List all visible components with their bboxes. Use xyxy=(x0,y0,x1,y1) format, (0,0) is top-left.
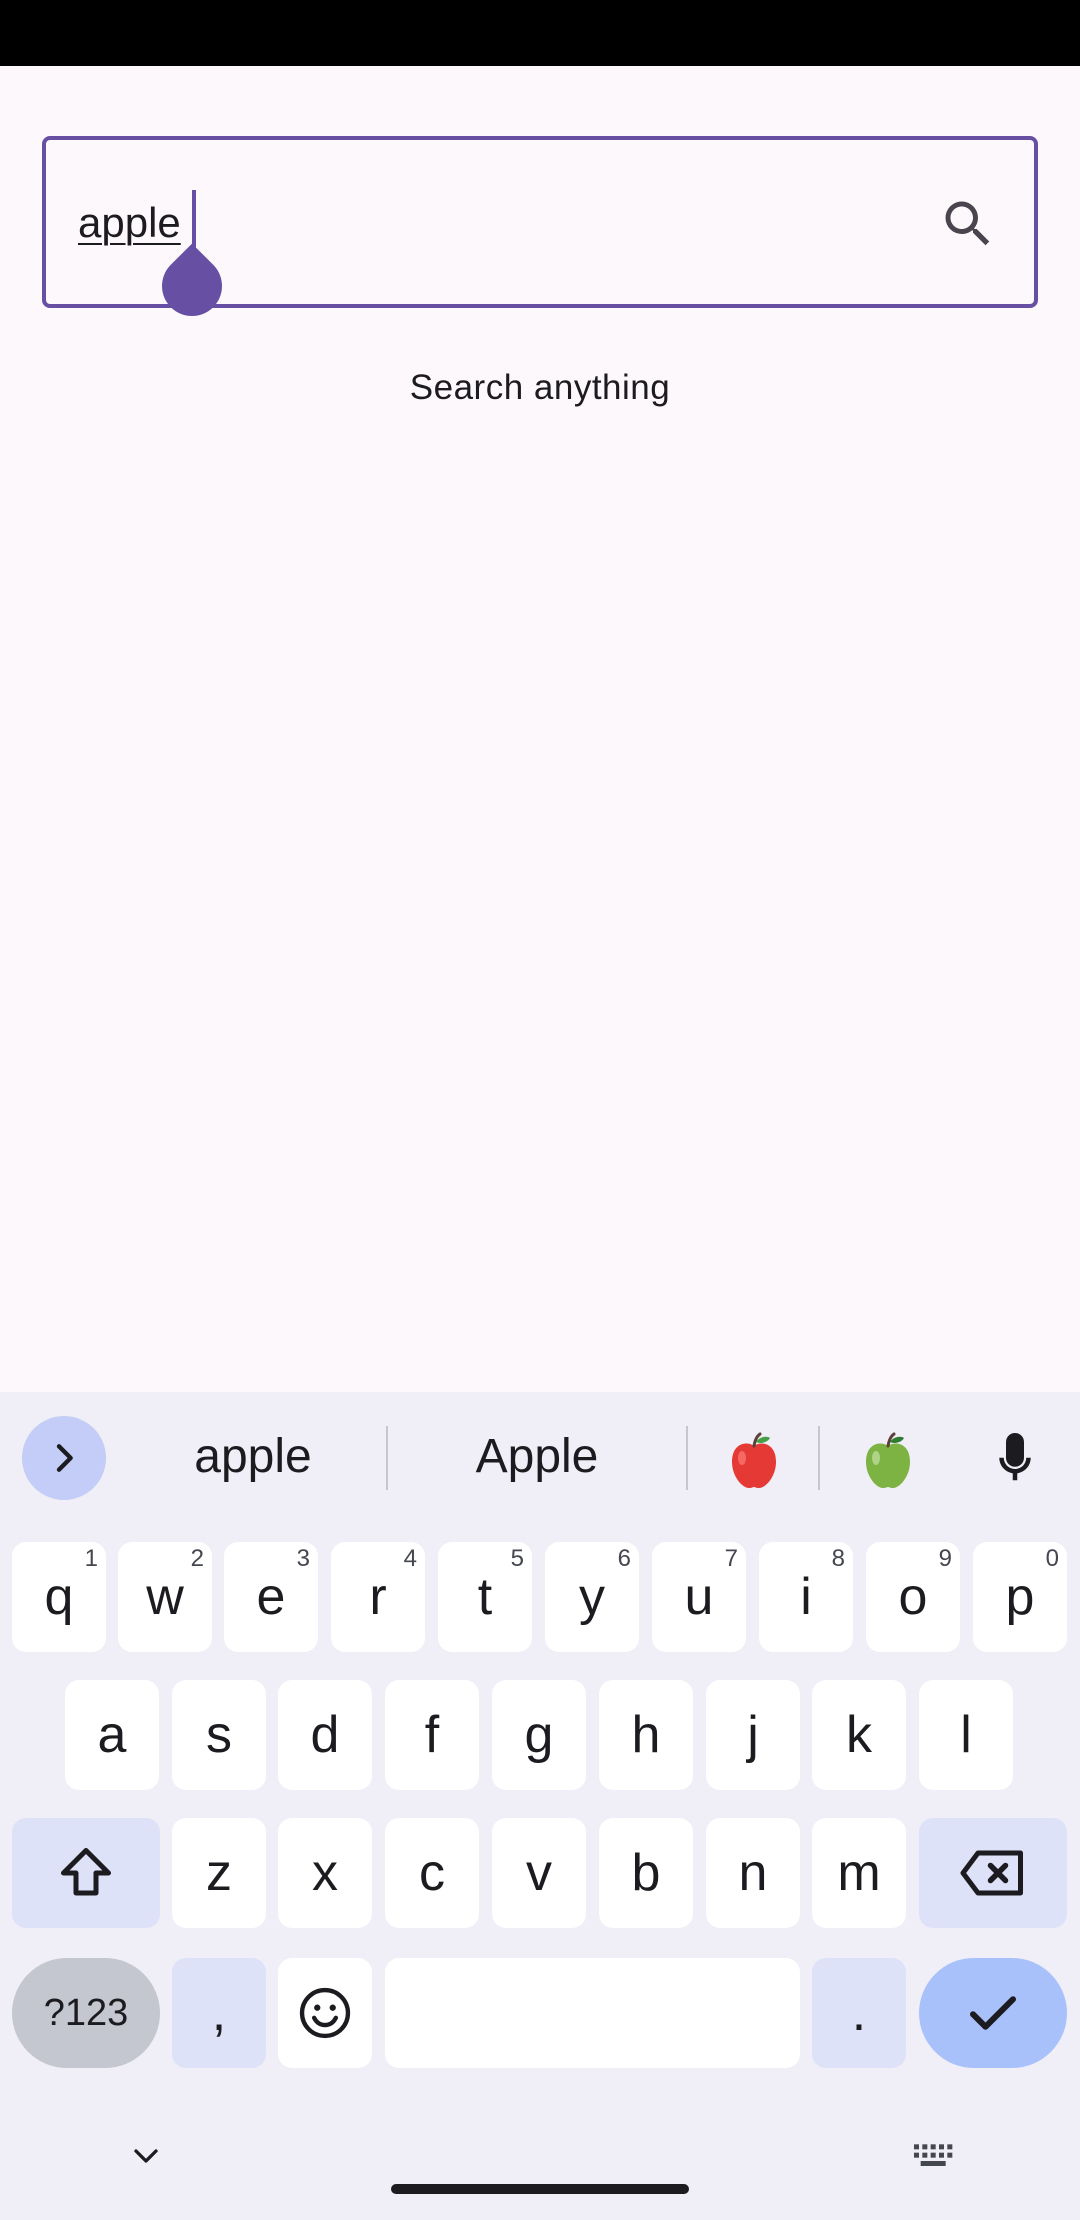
key-label: q xyxy=(44,1568,74,1626)
key-w[interactable]: w2 xyxy=(118,1542,212,1652)
expand-toolbar-button[interactable] xyxy=(22,1416,106,1500)
key-l[interactable]: l xyxy=(919,1680,1013,1790)
key-g[interactable]: g xyxy=(492,1680,586,1790)
chevron-right-icon xyxy=(56,1444,73,1472)
keyboard-nav-row xyxy=(0,2112,1080,2220)
enter-key[interactable] xyxy=(919,1958,1067,2068)
smiley-icon xyxy=(299,1987,351,2039)
suggestion-2[interactable]: Apple xyxy=(400,1422,674,1492)
key-hint: 7 xyxy=(724,1545,738,1572)
suggestion-strip: apple Apple xyxy=(0,1392,1080,1524)
key-q[interactable]: q1 xyxy=(12,1542,106,1652)
key-y[interactable]: y6 xyxy=(545,1542,639,1652)
search-input-text[interactable]: apple xyxy=(78,198,181,248)
key-d[interactable]: d xyxy=(278,1680,372,1790)
key-m[interactable]: m xyxy=(812,1818,906,1928)
key-hint: 8 xyxy=(831,1545,845,1572)
key-v[interactable]: v xyxy=(492,1818,586,1928)
key-label: p xyxy=(1005,1568,1035,1626)
key-label: o xyxy=(898,1568,928,1626)
key-hint: 9 xyxy=(938,1545,952,1572)
key-hint: 4 xyxy=(403,1545,417,1572)
key-e[interactable]: e3 xyxy=(224,1542,318,1652)
key-r[interactable]: r4 xyxy=(331,1542,425,1652)
key-label: t xyxy=(477,1568,493,1626)
red-apple-emoji-icon[interactable] xyxy=(722,1428,786,1492)
divider xyxy=(386,1426,388,1490)
search-icon[interactable] xyxy=(938,194,998,254)
key-c[interactable]: c xyxy=(385,1818,479,1928)
key-p[interactable]: p0 xyxy=(973,1542,1067,1652)
comma-key[interactable]: , xyxy=(172,1958,266,2068)
divider xyxy=(818,1426,820,1490)
key-s[interactable]: s xyxy=(172,1680,266,1790)
key-label: i xyxy=(800,1568,812,1626)
key-t[interactable]: t5 xyxy=(438,1542,532,1652)
suggestion-1[interactable]: apple xyxy=(150,1422,356,1492)
key-b[interactable]: b xyxy=(599,1818,693,1928)
key-hint: 2 xyxy=(190,1545,204,1572)
key-hint: 6 xyxy=(617,1545,631,1572)
key-h[interactable]: h xyxy=(599,1680,693,1790)
key-x[interactable]: x xyxy=(278,1818,372,1928)
backspace-key[interactable] xyxy=(919,1818,1067,1928)
status-bar xyxy=(0,0,1080,66)
checkmark-icon xyxy=(970,1996,1016,2030)
key-hint: 3 xyxy=(296,1545,310,1572)
emoji-key[interactable] xyxy=(278,1958,372,2068)
key-hint: 0 xyxy=(1045,1545,1059,1572)
search-field[interactable]: apple xyxy=(42,136,1038,329)
key-z[interactable]: z xyxy=(172,1818,266,1928)
key-i[interactable]: i8 xyxy=(759,1542,853,1652)
home-gesture-bar[interactable] xyxy=(391,2184,689,2194)
key-u[interactable]: u7 xyxy=(652,1542,746,1652)
symbols-key[interactable]: ?123 xyxy=(12,1958,160,2068)
space-key[interactable] xyxy=(385,1958,800,2068)
green-apple-emoji-icon[interactable] xyxy=(856,1428,920,1492)
microphone-icon[interactable] xyxy=(988,1428,1042,1492)
search-hint-text: Search anything xyxy=(409,368,671,407)
key-f[interactable]: f xyxy=(385,1680,479,1790)
key-a[interactable]: a xyxy=(65,1680,159,1790)
shift-key[interactable] xyxy=(12,1818,160,1928)
key-k[interactable]: k xyxy=(812,1680,906,1790)
cursor-handle[interactable] xyxy=(149,243,235,329)
key-hint: 1 xyxy=(84,1545,98,1572)
divider xyxy=(686,1426,688,1490)
on-screen-keyboard: apple Apple q1 w2 e3 r4 t5 y 6 u 7 i 8 o… xyxy=(0,1392,1080,2220)
key-label: r xyxy=(369,1568,387,1626)
key-j[interactable]: j xyxy=(706,1680,800,1790)
hide-keyboard-chevron-icon[interactable] xyxy=(126,2136,166,2176)
shift-icon xyxy=(61,1848,111,1896)
key-n[interactable]: n xyxy=(706,1818,800,1928)
key-label: w xyxy=(146,1568,184,1626)
key-label: u xyxy=(684,1568,714,1626)
backspace-icon xyxy=(960,1850,1023,1896)
key-hint: 5 xyxy=(510,1545,524,1572)
keyboard-switch-icon[interactable] xyxy=(910,2136,958,2176)
key-label: e xyxy=(256,1568,286,1626)
key-o[interactable]: o9 xyxy=(866,1542,960,1652)
key-label: y xyxy=(579,1568,605,1626)
period-key[interactable]: . xyxy=(812,1958,906,2068)
